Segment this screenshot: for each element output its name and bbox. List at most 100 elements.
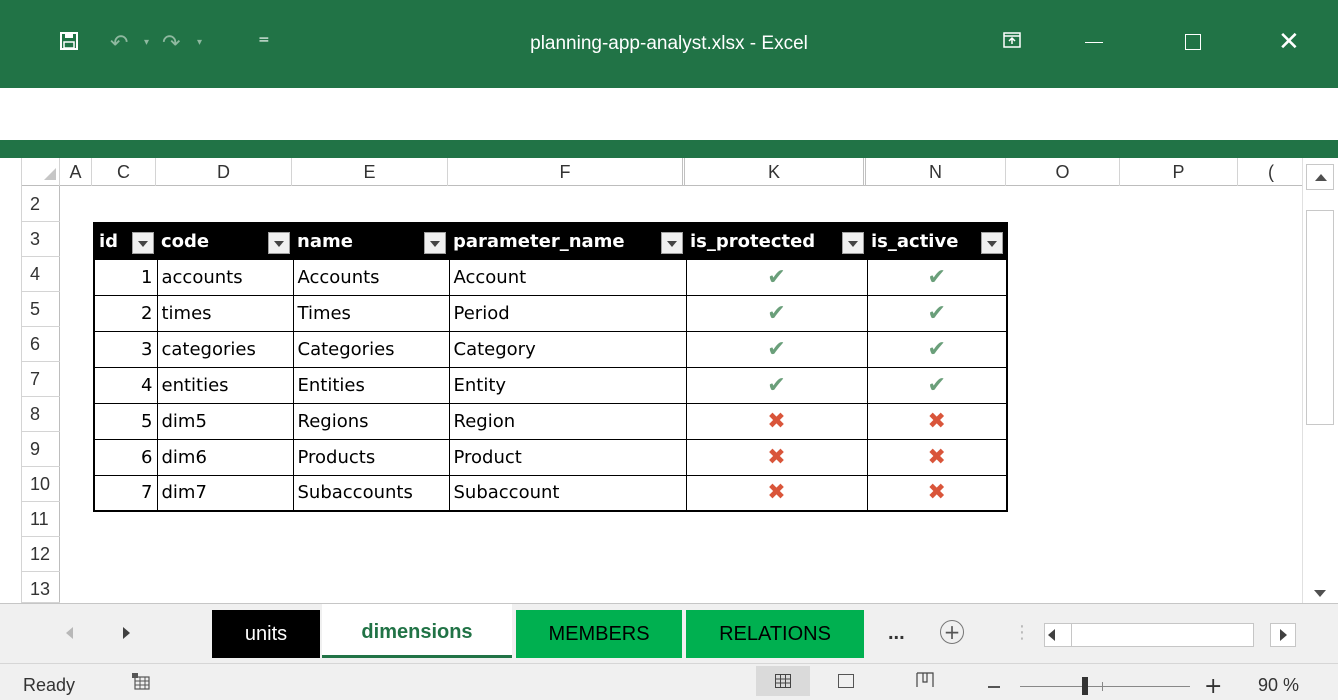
page-layout-view-icon[interactable] (838, 674, 854, 688)
minimize-button[interactable] (1085, 42, 1103, 43)
row-header-11[interactable]: 11 (22, 502, 60, 537)
cell-parameter-name[interactable]: Region (448, 402, 687, 440)
cell-id[interactable]: 3 (93, 330, 158, 368)
column-header-cell-id[interactable]: id (94, 223, 157, 259)
cell-is-active[interactable]: ✖ (866, 402, 1008, 440)
cell-id[interactable]: 7 (93, 474, 158, 512)
cell-code[interactable]: dim5 (156, 402, 294, 440)
tab-split-handle-icon[interactable]: ⋮ (1013, 622, 1031, 643)
cell-is-active[interactable]: ✖ (866, 438, 1008, 476)
column-header-cell-is-active[interactable]: is_active (867, 223, 1007, 259)
cell-name[interactable]: Entities (292, 366, 450, 404)
row-header-12[interactable]: 12 (22, 537, 60, 572)
cell-is-active[interactable]: ✔ (866, 294, 1008, 332)
cell-name[interactable]: Categories (292, 330, 450, 368)
cell-code[interactable]: entities (156, 366, 294, 404)
cell-name[interactable]: Regions (292, 402, 450, 440)
column-header-cell-name[interactable]: name (293, 223, 449, 259)
filter-dropdown-icon[interactable] (268, 232, 290, 254)
cell-name[interactable]: Products (292, 438, 450, 476)
sheet-tab-members[interactable]: MEMBERS (516, 610, 682, 658)
zoom-slider-track[interactable] (1020, 686, 1190, 687)
cell-is-protected[interactable]: ✔ (685, 294, 868, 332)
column-header-n[interactable]: N (866, 158, 1006, 186)
cell-id[interactable]: 2 (93, 294, 158, 332)
cell-name[interactable]: Times (292, 294, 450, 332)
sheet-nav-next-icon[interactable] (123, 627, 130, 639)
sheet-tab-dimensions[interactable]: dimensions (322, 604, 512, 658)
cell-parameter-name[interactable]: Category (448, 330, 687, 368)
cell-code[interactable]: accounts (156, 258, 294, 296)
sheet-tab-units[interactable]: units (212, 610, 320, 658)
tab-insert[interactable]: Insert (284, 100, 332, 122)
cell-id[interactable]: 4 (93, 366, 158, 404)
cell-name[interactable]: Accounts (292, 258, 450, 296)
cell-code[interactable]: dim6 (156, 438, 294, 476)
scroll-left-icon[interactable] (1048, 629, 1055, 641)
scroll-down-button[interactable] (1306, 584, 1334, 602)
column-header-k[interactable]: K (685, 158, 866, 186)
macro-recording-icon[interactable] (131, 672, 151, 690)
row-header-3[interactable]: 3 (22, 222, 60, 257)
cell-parameter-name[interactable]: Subaccount (448, 474, 687, 512)
column-header-f[interactable]: F (448, 158, 685, 186)
tab-savetodb[interactable]: SaveToDB (957, 100, 1047, 122)
cell-parameter-name[interactable]: Account (448, 258, 687, 296)
column-header-a[interactable]: A (60, 158, 92, 186)
column-header-cell-code[interactable]: code (157, 223, 293, 259)
share-icon[interactable] (1280, 100, 1302, 120)
cell-code[interactable]: dim7 (156, 474, 294, 512)
lightbulb-icon[interactable] (1116, 99, 1130, 121)
cell-id[interactable]: 5 (93, 402, 158, 440)
column-header-cell-is-protected[interactable]: is_protected (686, 223, 867, 259)
column-header-d[interactable]: D (156, 158, 292, 186)
column-header-o[interactable]: O (1006, 158, 1120, 186)
tab-view[interactable]: View (849, 100, 890, 122)
filter-dropdown-icon[interactable] (842, 232, 864, 254)
horizontal-scrollbar[interactable] (1044, 623, 1254, 647)
column-header-c[interactable]: C (92, 158, 156, 186)
cell-is-protected[interactable]: ✔ (685, 258, 868, 296)
tab-formulas[interactable]: Formulas (586, 100, 665, 122)
column-header-e[interactable]: E (292, 158, 448, 186)
scroll-up-button[interactable] (1306, 164, 1334, 190)
zoom-slider-thumb[interactable] (1082, 677, 1088, 695)
zoom-out-button[interactable] (988, 686, 1000, 688)
tab-data[interactable]: Data (743, 100, 783, 122)
zoom-in-button[interactable]: + (1204, 674, 1222, 699)
scroll-right-button[interactable] (1270, 623, 1296, 647)
filter-dropdown-icon[interactable] (132, 232, 154, 254)
cell-is-protected[interactable]: ✖ (685, 474, 868, 512)
more-sheets-button[interactable]: ... (888, 622, 905, 645)
column-header-p[interactable]: P (1120, 158, 1238, 186)
sheet-nav-prev-icon[interactable] (66, 627, 73, 639)
tab-home[interactable]: Home (163, 100, 214, 122)
new-sheet-icon[interactable]: + (940, 620, 964, 644)
cell-code[interactable]: times (156, 294, 294, 332)
cell-is-protected[interactable]: ✖ (685, 438, 868, 476)
filter-dropdown-icon[interactable] (981, 232, 1003, 254)
row-header-9[interactable]: 9 (22, 432, 60, 467)
sheet-tab-relations[interactable]: RELATIONS (686, 610, 864, 658)
row-header-2[interactable]: 2 (22, 186, 60, 222)
tab-page-layout[interactable]: Page Layout (399, 100, 506, 122)
maximize-button[interactable] (1185, 34, 1201, 50)
cell-id[interactable]: 6 (93, 438, 158, 476)
filter-dropdown-icon[interactable] (424, 232, 446, 254)
row-header-8[interactable]: 8 (22, 397, 60, 432)
cell-is-active[interactable]: ✖ (866, 474, 1008, 512)
horizontal-scroll-thumb[interactable] (1062, 624, 1072, 646)
row-header-5[interactable]: 5 (22, 292, 60, 327)
filter-dropdown-icon[interactable] (661, 232, 683, 254)
cell-is-active[interactable]: ✔ (866, 258, 1008, 296)
cell-is-protected[interactable]: ✖ (685, 402, 868, 440)
close-button[interactable]: ✕ (1278, 27, 1300, 57)
tab-tell-me[interactable]: Tell me (1137, 100, 1197, 122)
vertical-scroll-thumb[interactable] (1306, 210, 1334, 425)
cell-is-protected[interactable]: ✔ (685, 330, 868, 368)
row-header-6[interactable]: 6 (22, 327, 60, 362)
page-break-preview-icon[interactable] (916, 672, 934, 688)
row-header-4[interactable]: 4 (22, 257, 60, 292)
ribbon-display-options-icon[interactable] (1003, 32, 1021, 48)
tab-file[interactable]: File (53, 100, 84, 122)
